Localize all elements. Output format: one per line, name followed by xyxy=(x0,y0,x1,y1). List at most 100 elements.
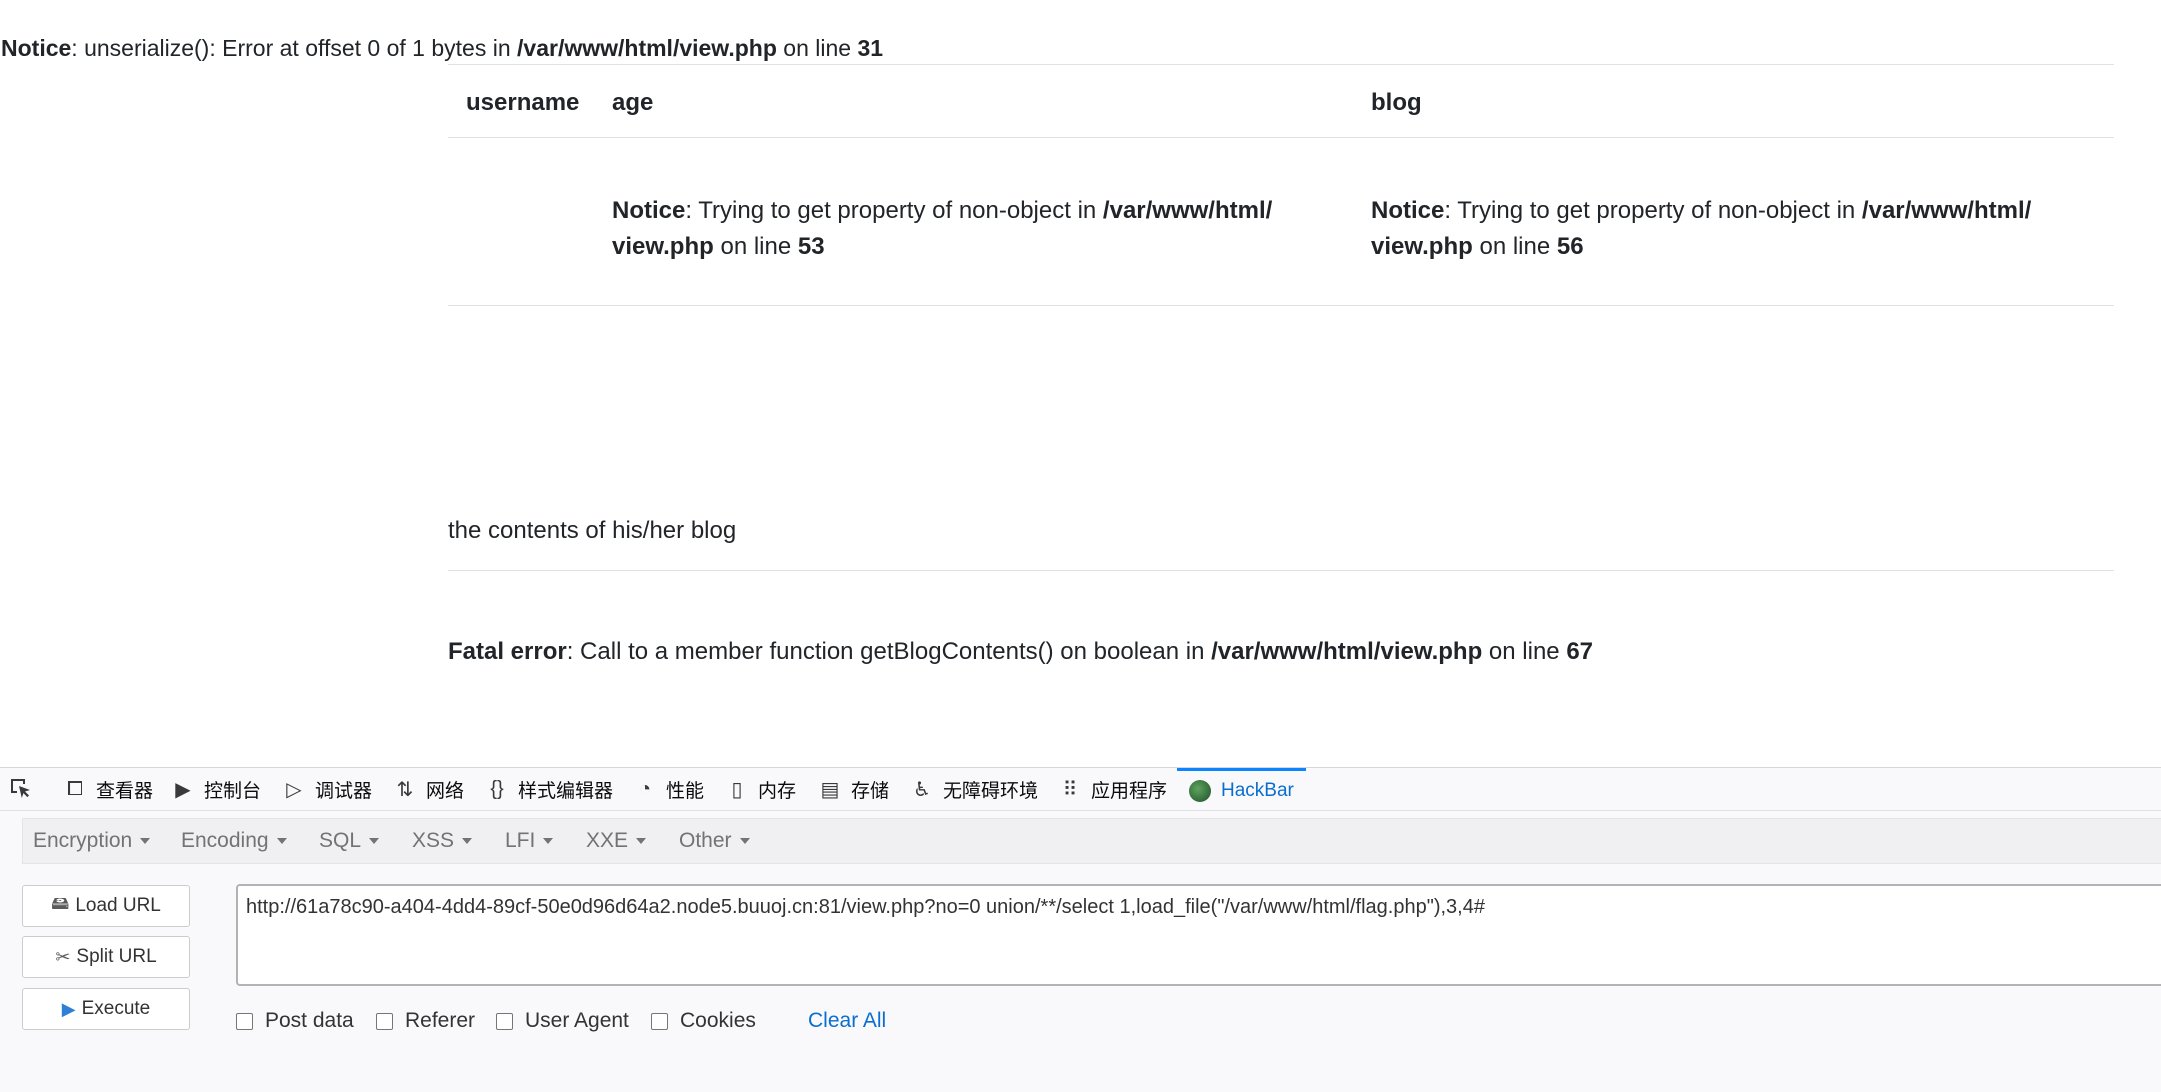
menu-xxe[interactable]: XXE xyxy=(586,819,647,863)
post-data-checkbox[interactable] xyxy=(236,1012,253,1030)
fatal-error-line-number: 67 xyxy=(1566,638,1594,665)
blog-heading: the contents of his/her blog xyxy=(448,517,737,544)
network-icon: ⇅ xyxy=(396,778,414,801)
cookies-option[interactable]: Cookies xyxy=(651,1006,756,1036)
header-bottom-border xyxy=(448,137,2114,138)
split-url-button[interactable]: ✂ Split URL xyxy=(22,936,190,978)
menu-encryption[interactable]: Encryption xyxy=(33,819,151,863)
menu-label: XXE xyxy=(586,829,629,852)
table-top-border xyxy=(448,64,2114,65)
tab-hackbar[interactable]: HackBar xyxy=(1177,768,1306,810)
load-url-icon: 🖴 xyxy=(51,893,70,913)
hackbar-icon xyxy=(1189,779,1211,802)
notice-message: : Trying to get property of non-object i… xyxy=(685,197,1103,224)
notice-label: Notice xyxy=(612,197,686,224)
referer-option[interactable]: Referer xyxy=(376,1006,475,1036)
tab-label: 控制台 xyxy=(204,780,262,802)
menu-other[interactable]: Other xyxy=(679,819,750,863)
blog-divider xyxy=(448,570,2114,571)
console-icon: ▶ xyxy=(175,778,191,801)
user-table: username age blog Notice: Trying to get … xyxy=(0,0,2161,320)
devtools-panel: ⧠ 查看器 ▶ 控制台 ▷ 调试器 ⇅ 网络 {} 样式编辑器 ◔ 性能 ▯ 内存 ▤ 存储 ♿… xyxy=(0,767,2161,1092)
cookies-checkbox[interactable] xyxy=(651,1012,668,1030)
notice-on-line: on line xyxy=(1472,233,1557,260)
tab-label: 查看器 xyxy=(96,780,154,802)
tab-label: 性能 xyxy=(666,780,705,802)
header-age: age xyxy=(612,89,654,116)
tab-label: 网络 xyxy=(426,780,465,802)
menu-label: Encoding xyxy=(181,829,269,852)
tab-label: HackBar xyxy=(1221,779,1294,801)
fatal-error-file: /var/www/html/view.php xyxy=(1211,638,1483,665)
row-bottom-border xyxy=(448,305,2114,306)
tab-label: 内存 xyxy=(758,780,797,802)
memory-icon: ▯ xyxy=(731,778,743,801)
notice-file: /var/www/html/ xyxy=(1861,197,2032,224)
button-label: Load URL xyxy=(75,895,161,916)
tab-debugger[interactable]: ▷ 调试器 xyxy=(281,768,372,810)
fatal-error-on-line: on line xyxy=(1482,638,1567,665)
accessibility-icon: ♿ xyxy=(913,778,931,801)
option-label: Post data xyxy=(265,1009,354,1032)
performance-icon: ◔ xyxy=(638,777,652,800)
storage-icon: ▤ xyxy=(820,778,840,801)
tab-network[interactable]: ⇅ 网络 xyxy=(392,768,464,810)
option-label: Cookies xyxy=(680,1009,756,1032)
notice-file: view.php xyxy=(1371,233,1473,260)
tab-style-editor[interactable]: {} 样式编辑器 xyxy=(484,768,613,810)
option-label: User Agent xyxy=(525,1009,629,1032)
clear-all-link[interactable]: Clear All xyxy=(808,1006,886,1036)
tab-label: 存储 xyxy=(851,780,890,802)
tab-inspector[interactable]: ⧠ 查看器 xyxy=(62,768,153,810)
notice-label: Notice xyxy=(1371,197,1445,224)
tab-application[interactable]: ⠿ 应用程序 xyxy=(1057,768,1167,810)
menu-sql[interactable]: SQL xyxy=(319,819,380,863)
caret-down-icon xyxy=(140,838,151,845)
menu-encoding[interactable]: Encoding xyxy=(181,819,287,863)
tab-console[interactable]: ▶ 控制台 xyxy=(170,768,261,810)
inspector-icon: ⧠ xyxy=(67,777,83,800)
caret-down-icon xyxy=(739,838,750,845)
page-content: Notice: unserialize(): Error at offset 0… xyxy=(0,0,2161,765)
menu-lfi[interactable]: LFI xyxy=(505,819,554,863)
tab-label: 应用程序 xyxy=(1091,780,1168,802)
load-url-button[interactable]: 🖴 Load URL xyxy=(22,885,190,927)
element-picker-icon[interactable] xyxy=(8,776,36,804)
notice-message: : Trying to get property of non-object i… xyxy=(1444,197,1862,224)
scissors-icon: ✂ xyxy=(55,946,71,967)
notice-file: view.php xyxy=(612,233,714,260)
application-icon: ⠿ xyxy=(1062,778,1078,801)
button-label: Execute xyxy=(81,998,151,1019)
referer-checkbox[interactable] xyxy=(376,1012,393,1030)
style-editor-icon: {} xyxy=(490,777,504,800)
fatal-error-label: Fatal error xyxy=(448,638,567,665)
tab-storage[interactable]: ▤ 存储 xyxy=(817,768,889,810)
caret-down-icon xyxy=(462,838,473,845)
caret-down-icon xyxy=(276,838,287,845)
menu-label: SQL xyxy=(319,829,362,852)
age-cell-notice: Notice: Trying to get property of non-ob… xyxy=(612,193,1322,265)
notice-file: /var/www/html/ xyxy=(1102,197,1273,224)
tab-label: 调试器 xyxy=(315,780,373,802)
notice-on-line: on line xyxy=(713,233,798,260)
devtools-toolbar: ⧠ 查看器 ▶ 控制台 ▷ 调试器 ⇅ 网络 {} 样式编辑器 ◔ 性能 ▯ 内存 ▤ 存储 ♿… xyxy=(0,768,2161,811)
user-agent-checkbox[interactable] xyxy=(496,1012,513,1030)
tab-performance[interactable]: ◔ 性能 xyxy=(632,768,704,810)
url-textarea[interactable]: http://61a78c90-a404-4dd4-89cf-50e0d96d6… xyxy=(236,884,2161,986)
post-data-option[interactable]: Post data xyxy=(236,1006,354,1036)
button-label: Split URL xyxy=(76,946,157,967)
menu-xss[interactable]: XSS xyxy=(412,819,473,863)
menu-label: LFI xyxy=(505,829,536,852)
caret-down-icon xyxy=(543,838,554,845)
caret-down-icon xyxy=(636,838,647,845)
blog-cell-notice: Notice: Trying to get property of non-ob… xyxy=(1371,193,2111,265)
url-value: http://61a78c90-a404-4dd4-89cf-50e0d96d6… xyxy=(246,896,1485,918)
execute-button[interactable]: ▶ Execute xyxy=(22,988,190,1030)
fatal-error-text: : Call to a member function getBlogConte… xyxy=(566,638,1212,665)
tab-label: 样式编辑器 xyxy=(518,780,614,802)
tab-accessibility[interactable]: ♿ 无障碍环境 xyxy=(909,768,1038,810)
tab-memory[interactable]: ▯ 内存 xyxy=(724,768,796,810)
user-agent-option[interactable]: User Agent xyxy=(496,1006,629,1036)
header-username: username xyxy=(466,89,580,116)
option-label: Referer xyxy=(405,1009,476,1032)
